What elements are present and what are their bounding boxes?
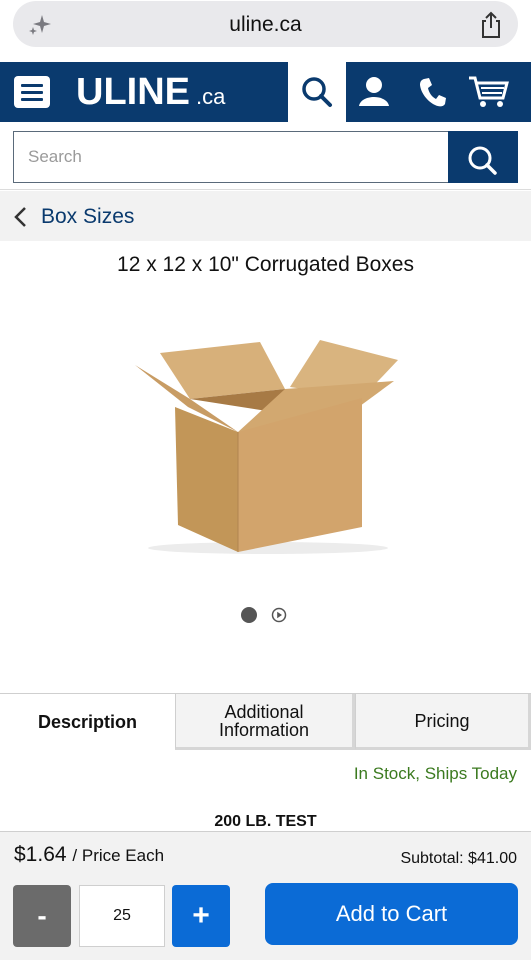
subtotal: Subtotal: $41.00 [400, 850, 517, 867]
quantity-increase-button[interactable]: + [172, 885, 230, 947]
tab-additional-information[interactable]: Additional Information [175, 694, 355, 750]
menu-icon[interactable] [14, 76, 50, 108]
unit-price: $1.64 / Price Each [14, 843, 164, 867]
product-image[interactable] [130, 335, 405, 560]
breadcrumb[interactable]: Box Sizes [0, 191, 531, 241]
carousel-dot-active[interactable] [241, 607, 257, 623]
search-button[interactable] [448, 131, 518, 183]
spec-heading: 200 LB. TEST [214, 813, 317, 830]
browser-toolbar: uline.ca [0, 0, 531, 62]
tab-pricing[interactable]: Pricing [355, 694, 531, 750]
phone-icon[interactable] [411, 74, 451, 110]
header-search-button[interactable] [288, 62, 346, 122]
quantity-decrease-button[interactable]: - [13, 885, 71, 947]
image-carousel-indicator[interactable] [241, 606, 287, 624]
share-icon[interactable] [478, 11, 504, 39]
search-icon [302, 77, 332, 107]
add-to-cart-button[interactable]: Add to Cart [265, 883, 518, 945]
account-icon[interactable] [354, 74, 394, 110]
breadcrumb-label[interactable]: Box Sizes [41, 205, 134, 229]
address-bar[interactable]: uline.ca [13, 1, 518, 47]
cart-icon[interactable] [467, 74, 511, 110]
site-header: ULINE .ca [0, 62, 531, 122]
product-title: 12 x 12 x 10" Corrugated Boxes [117, 253, 414, 276]
search-icon [468, 146, 497, 175]
price-suffix: / Price Each [72, 846, 165, 865]
tab-description[interactable]: Description [0, 694, 175, 750]
logo-main-text: ULINE [76, 71, 190, 113]
uline-logo[interactable]: ULINE .ca [76, 70, 225, 114]
purchase-bar: $1.64 / Price Each Subtotal: $41.00 - + … [0, 831, 531, 960]
url-text[interactable]: uline.ca [13, 13, 518, 37]
video-play-icon[interactable] [271, 607, 287, 623]
logo-tld-text: .ca [196, 84, 226, 109]
product-tabs: Description Additional Information Prici… [0, 693, 531, 750]
stock-status: In Stock, Ships Today [353, 764, 517, 783]
quantity-input[interactable] [79, 885, 165, 947]
search-bar [0, 122, 531, 190]
search-input[interactable] [13, 131, 449, 183]
price-value: $1.64 [14, 843, 67, 866]
chevron-left-icon [14, 207, 26, 227]
